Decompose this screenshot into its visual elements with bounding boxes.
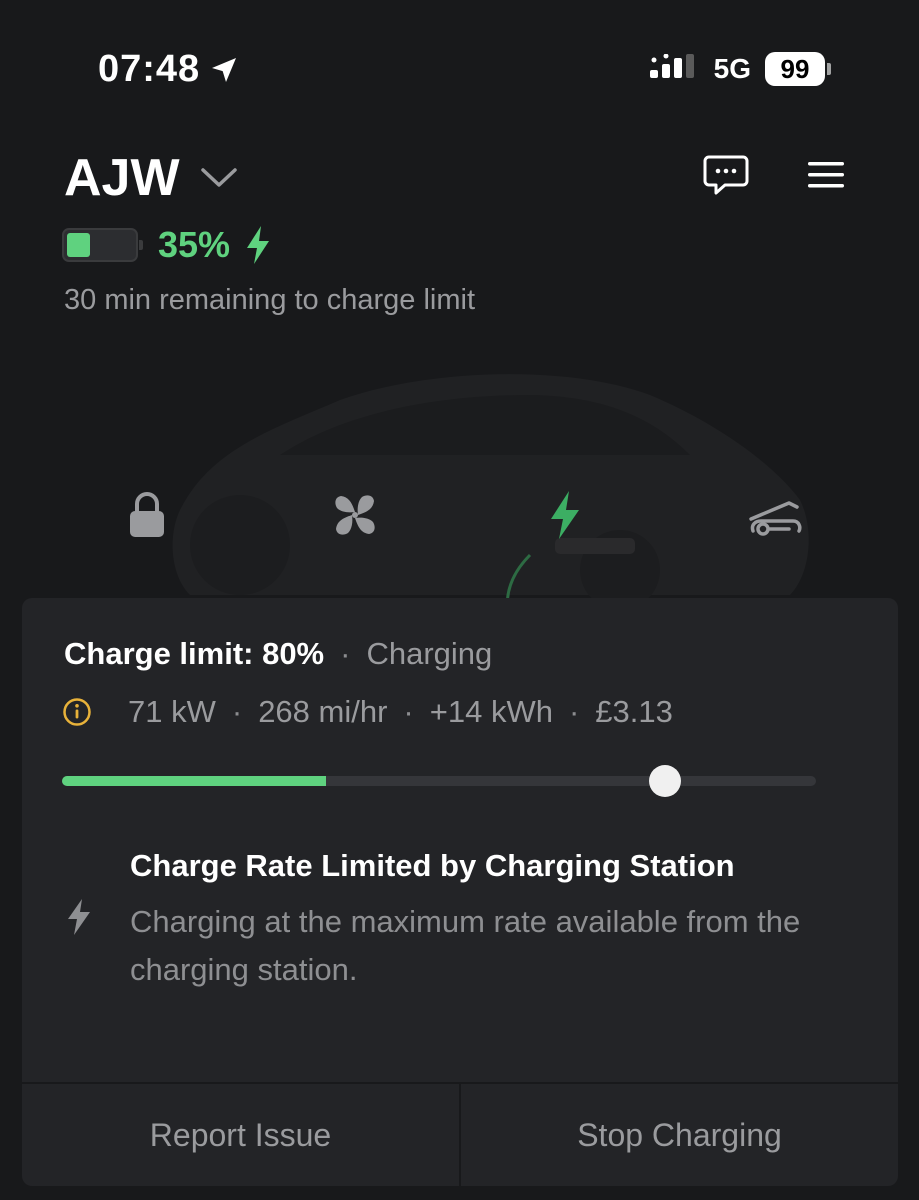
separator-dot: · (568, 694, 580, 729)
charge-cost-stat: £3.13 (595, 694, 673, 729)
phone-battery-nub (827, 63, 831, 75)
header-actions (703, 152, 849, 198)
lock-button[interactable] (112, 480, 182, 550)
energy-added-stat: +14 kWh (429, 694, 553, 729)
charging-card: Charge limit: 80% · Charging 71 kW · 268… (22, 598, 898, 1186)
info-icon[interactable] (62, 697, 92, 727)
status-time: 07:48 (98, 48, 201, 90)
vehicle-battery-gauge (62, 228, 143, 262)
climate-button[interactable] (320, 480, 390, 550)
time-remaining-text: 30 min remaining to charge limit (64, 284, 476, 316)
charge-limit-slider[interactable] (62, 765, 816, 797)
charge-power-stat: 71 kW (128, 694, 216, 729)
vehicle-battery-fill (67, 233, 90, 257)
slider-current-level-fill (62, 776, 326, 786)
vehicle-name: AJW (64, 149, 180, 207)
fan-icon (335, 495, 375, 535)
network-type-label: 5G (713, 53, 751, 84)
slider-thumb[interactable] (649, 765, 681, 797)
charge-limit-row: Charge limit: 80% · Charging (64, 636, 492, 672)
signal-bars-icon (649, 54, 694, 78)
messages-button[interactable] (703, 152, 749, 198)
hamburger-menu-icon (808, 162, 844, 188)
chat-bubble-icon (703, 155, 749, 195)
charging-bolt-icon (247, 226, 270, 264)
vehicle-selector[interactable]: AJW (64, 148, 238, 208)
charge-stats-row: 71 kW · 268 mi/hr · +14 kWh · £3.13 (62, 694, 673, 730)
charging-state-text: Charging (366, 636, 493, 671)
phone-battery-indicator: 99 (765, 52, 831, 86)
stop-charging-button[interactable]: Stop Charging (461, 1084, 898, 1186)
separator-dot: · (403, 694, 414, 729)
report-issue-button[interactable]: Report Issue (22, 1084, 459, 1186)
alert-title: Charge Rate Limited by Charging Station (130, 848, 735, 883)
charge-port-button[interactable] (530, 480, 600, 550)
vehicle-charge-status: 35% (62, 224, 272, 266)
alert-body: Charging at the maximum rate available f… (130, 904, 801, 987)
card-actions: Report Issue Stop Charging (22, 1084, 898, 1186)
bolt-icon (68, 899, 90, 935)
phone-battery-level: 99 (765, 52, 825, 86)
frunk-button[interactable] (740, 480, 810, 550)
lock-icon (130, 492, 164, 537)
charge-rate-stat: 268 mi/hr (258, 694, 388, 729)
separator-dot: · (340, 636, 351, 671)
chevron-down-icon (200, 168, 237, 187)
car-frunk-icon (749, 501, 802, 536)
lightning-icon (551, 491, 579, 539)
quick-controls (0, 480, 919, 550)
battery-percent: 35% (158, 224, 231, 265)
menu-button[interactable] (803, 152, 849, 198)
location-arrow-icon (212, 57, 237, 82)
separator-dot: · (231, 694, 243, 729)
charge-limit-text[interactable]: Charge limit: 80% (64, 636, 324, 672)
vehicle-battery-nub (139, 240, 143, 250)
